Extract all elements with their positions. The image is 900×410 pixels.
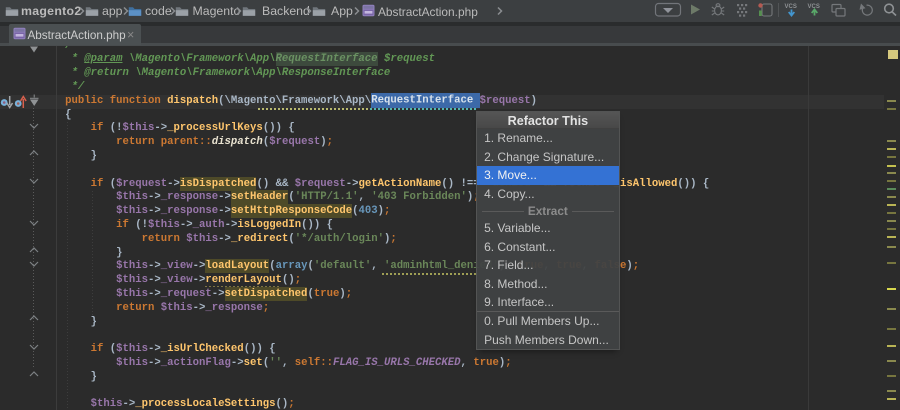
svg-text:VCS: VCS	[785, 4, 797, 10]
